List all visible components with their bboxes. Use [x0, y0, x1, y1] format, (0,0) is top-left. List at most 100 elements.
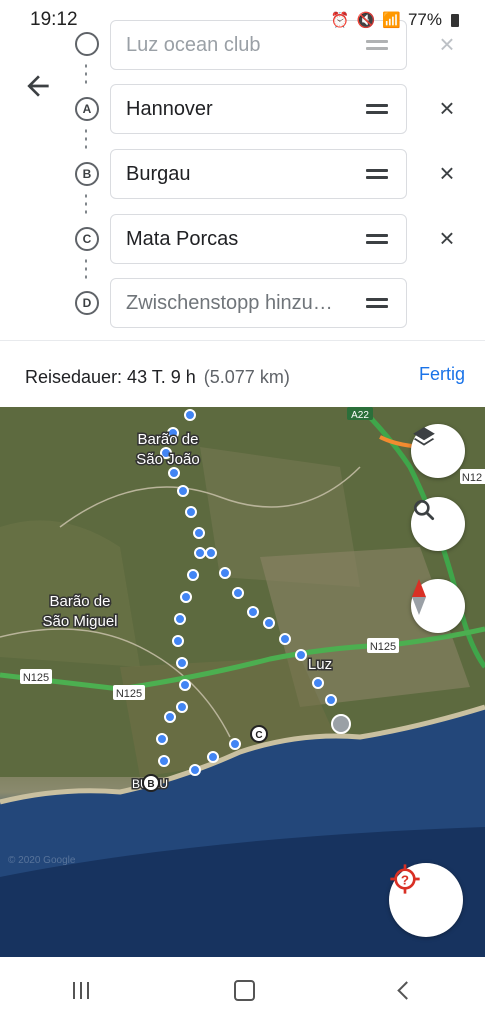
status-bar: 19:12 ⏰ 🔇 📶 77%	[0, 0, 485, 40]
stop-field-c[interactable]: Mata Porcas	[110, 214, 407, 264]
route-dot	[295, 649, 307, 661]
road-shield-n125: N125	[367, 638, 399, 653]
place-label-luz: Luz	[308, 656, 332, 673]
stop-a-marker: A	[75, 97, 99, 121]
waypoint-b-label: B	[147, 779, 154, 790]
road-label-a22: A22	[351, 410, 369, 421]
search-icon	[414, 500, 435, 521]
route-connector	[85, 192, 87, 218]
compass-button[interactable]	[411, 579, 465, 633]
recent-apps-icon[interactable]	[72, 982, 89, 999]
route-dot	[194, 547, 206, 559]
status-time: 19:12	[30, 9, 78, 30]
waypoint-b-pin[interactable]: B	[142, 774, 160, 792]
drag-handle-icon[interactable]	[366, 169, 388, 179]
origin-pin[interactable]	[331, 714, 351, 734]
place-label-barao-sao-miguel: São Miguel	[42, 613, 117, 630]
add-stop-placeholder: Zwischenstopp hinzu…	[126, 291, 333, 314]
road-label-n125: N125	[116, 688, 142, 700]
done-button[interactable]: Fertig	[419, 364, 465, 385]
route-dot	[187, 569, 199, 581]
route-dot	[156, 733, 168, 745]
travel-summary: Reisedauer: 43 T. 9 h (5.077 km) Fertig	[25, 364, 465, 390]
route-dot	[219, 567, 231, 579]
route-connector	[85, 62, 87, 88]
map-attribution: © 2020 Google	[8, 855, 76, 866]
route-dot	[189, 764, 201, 776]
my-location-icon: ?	[390, 864, 420, 894]
road-label-n125: N125	[23, 672, 49, 684]
route-dot	[174, 613, 186, 625]
route-dot	[325, 694, 337, 706]
remove-stop-b-button[interactable]: ×	[436, 158, 458, 188]
drag-handle-icon[interactable]	[366, 298, 388, 308]
remove-stop-a-button[interactable]: ×	[436, 93, 458, 123]
svg-text:?: ?	[401, 872, 409, 887]
back-arrow-icon[interactable]	[22, 70, 54, 102]
compass-icon	[412, 579, 426, 615]
route-connector	[85, 127, 87, 153]
route-dot	[232, 587, 244, 599]
route-dot	[168, 467, 180, 479]
waypoint-c-pin[interactable]: C	[250, 725, 268, 743]
route-dot	[263, 617, 275, 629]
drag-handle-icon[interactable]	[366, 234, 388, 244]
road-label-n12: N12	[462, 472, 482, 484]
route-dot	[184, 409, 196, 421]
route-dot	[180, 591, 192, 603]
route-connector	[85, 257, 87, 283]
route-dot	[158, 755, 170, 767]
stop-b-name: Burgau	[126, 162, 191, 185]
road-shield-n125: N125	[113, 685, 145, 700]
place-label-barao-sao-joao: São João	[136, 451, 199, 468]
route-dot	[164, 711, 176, 723]
route-dot	[179, 679, 191, 691]
system-nav-bar	[0, 957, 485, 1024]
directions-panel: Luz ocean club × A Hannover × B Burgau ×…	[0, 0, 485, 340]
drag-handle-icon[interactable]	[366, 40, 388, 50]
route-dot	[312, 677, 324, 689]
route-dot	[172, 635, 184, 647]
road-shield-n125: N125	[20, 669, 52, 684]
stop-field-b[interactable]: Burgau	[110, 149, 407, 199]
add-stop-field[interactable]: Zwischenstopp hinzu…	[110, 278, 407, 328]
stop-field-a[interactable]: Hannover	[110, 84, 407, 134]
route-dot	[205, 547, 217, 559]
travel-duration: Reisedauer: 43 T. 9 h	[25, 366, 196, 387]
status-icons: ⏰ 🔇 📶 77%	[331, 10, 459, 30]
route-dot	[177, 485, 189, 497]
stop-a-name: Hannover	[126, 97, 213, 120]
road-label-n125: N125	[370, 641, 396, 653]
stop-c-name: Mata Porcas	[126, 227, 239, 250]
mute-icon: 🔇	[356, 12, 376, 29]
route-dot	[193, 527, 205, 539]
stop-d-marker: D	[75, 291, 99, 315]
route-dot	[185, 506, 197, 518]
route-dot	[176, 701, 188, 713]
layers-button[interactable]	[411, 424, 465, 478]
route-dot	[176, 657, 188, 669]
route-dot	[247, 606, 259, 618]
battery-percent: 77%	[407, 10, 442, 29]
place-label-barao-sao-joao: Barão de	[138, 431, 199, 448]
stop-c-marker: C	[75, 227, 99, 251]
my-location-button[interactable]: ?	[389, 863, 463, 937]
place-label-barao-sao-miguel: Barão de	[50, 593, 111, 610]
road-shield-a22: A22	[347, 407, 373, 421]
divider	[0, 340, 485, 341]
route-dot	[229, 738, 241, 750]
search-button[interactable]	[411, 497, 465, 551]
alarm-icon: ⏰	[330, 12, 350, 29]
route-dot	[207, 751, 219, 763]
back-icon[interactable]	[396, 981, 416, 1000]
drag-handle-icon[interactable]	[366, 104, 388, 114]
route-dot	[279, 633, 291, 645]
waypoint-c-label: C	[255, 730, 262, 741]
layers-icon	[413, 427, 435, 446]
road-shield-n12: N12	[460, 469, 485, 484]
remove-stop-c-button[interactable]: ×	[436, 223, 458, 253]
wifi-icon: 📶	[382, 12, 401, 29]
home-icon[interactable]	[233, 980, 255, 1001]
travel-distance: (5.077 km)	[203, 366, 290, 387]
map-view[interactable]: A22 N125 N125 N125 N12 Barão de São João…	[0, 407, 485, 957]
